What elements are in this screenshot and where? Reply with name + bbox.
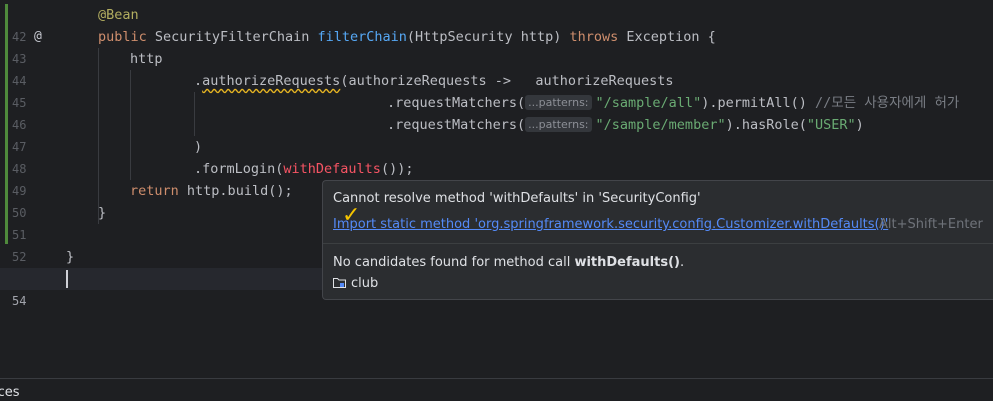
string-token: "USER" bbox=[806, 117, 856, 133]
annotation-gutter-icon[interactable]: @ bbox=[34, 26, 42, 48]
code-text: .formLogin( bbox=[194, 161, 284, 177]
code-text: . bbox=[194, 73, 203, 89]
code-text: http.build(); bbox=[186, 183, 293, 199]
candidates-text: No candidates found for method call bbox=[333, 255, 575, 270]
code-line[interactable]: 42 @Bean bbox=[0, 4, 993, 44]
code-text: (authorizeRequests -> authorizeRequests bbox=[340, 73, 674, 89]
checkmark-annotation-icon: ✓ bbox=[342, 203, 361, 228]
code-text: .requestMatchers( bbox=[387, 95, 526, 111]
params-token: (HttpSecurity http) bbox=[406, 29, 562, 45]
error-message: Cannot resolve method 'withDefaults' in … bbox=[333, 191, 701, 206]
line-number: 54 bbox=[12, 294, 27, 308]
bottom-tool-bar[interactable]: ices bbox=[0, 378, 993, 401]
code-line[interactable]: 44 http bbox=[0, 48, 993, 88]
popup-divider bbox=[323, 243, 993, 244]
comment-token: //모든 사용자에게 허가 bbox=[815, 95, 960, 111]
code-line[interactable]: 48 ) bbox=[0, 136, 993, 176]
code-line[interactable]: 43 @ public SecurityFilterChain filterCh… bbox=[0, 26, 993, 66]
code-text: ).permitAll() bbox=[701, 95, 807, 111]
module-name: club bbox=[351, 276, 379, 291]
keyword-token: throws bbox=[569, 29, 619, 45]
code-line[interactable]: 45 .authorizeRequests(authorizeRequests … bbox=[0, 70, 993, 110]
quick-fix-shortcut: Alt+Shift+Enter bbox=[879, 217, 983, 232]
method-name-token: filterChain bbox=[317, 29, 407, 45]
services-tab-label[interactable]: ices bbox=[0, 385, 20, 400]
code-text: } bbox=[66, 249, 75, 265]
keyword-token: public bbox=[98, 29, 147, 45]
code-text: Exception { bbox=[626, 29, 716, 45]
code-line[interactable]: 46 .requestMatchers(...patterns: "/sample… bbox=[0, 92, 993, 132]
candidates-suffix: . bbox=[679, 255, 685, 270]
code-text: } bbox=[98, 205, 107, 221]
parameter-hint: ...patterns: bbox=[525, 117, 592, 132]
code-text: ) bbox=[855, 117, 864, 133]
string-token: "/sample/member" bbox=[595, 117, 726, 133]
annotation-token: @Bean bbox=[98, 7, 139, 23]
folder-module-icon bbox=[333, 277, 346, 288]
code-line[interactable]: 47 .requestMatchers(...patterns: "/sample… bbox=[0, 114, 993, 154]
candidates-message: No candidates found for method call with… bbox=[333, 255, 684, 270]
code-text: ) bbox=[194, 139, 203, 155]
type-token: SecurityFilterChain bbox=[154, 29, 310, 45]
text-caret bbox=[66, 270, 68, 288]
candidates-method: withDefaults() bbox=[574, 255, 680, 270]
code-line[interactable]: 49 .formLogin(withDefaults()); bbox=[0, 158, 993, 198]
module-label[interactable]: club bbox=[333, 276, 378, 291]
unresolved-symbol-token[interactable]: withDefaults bbox=[283, 161, 381, 177]
quick-fix-link[interactable]: Import static method 'org.springframewor… bbox=[333, 217, 888, 232]
error-tooltip-popup[interactable]: Cannot resolve method 'withDefaults' in … bbox=[322, 180, 993, 300]
code-text: ()); bbox=[380, 161, 414, 177]
string-token: "/sample/all" bbox=[595, 95, 702, 111]
code-text: http bbox=[130, 51, 163, 67]
keyword-token: return bbox=[130, 183, 179, 199]
code-text: .requestMatchers( bbox=[387, 117, 526, 133]
parameter-hint: ...patterns: bbox=[525, 95, 592, 110]
warning-token[interactable]: authorizeRequests bbox=[202, 73, 340, 89]
code-text: ).hasRole( bbox=[725, 117, 807, 133]
